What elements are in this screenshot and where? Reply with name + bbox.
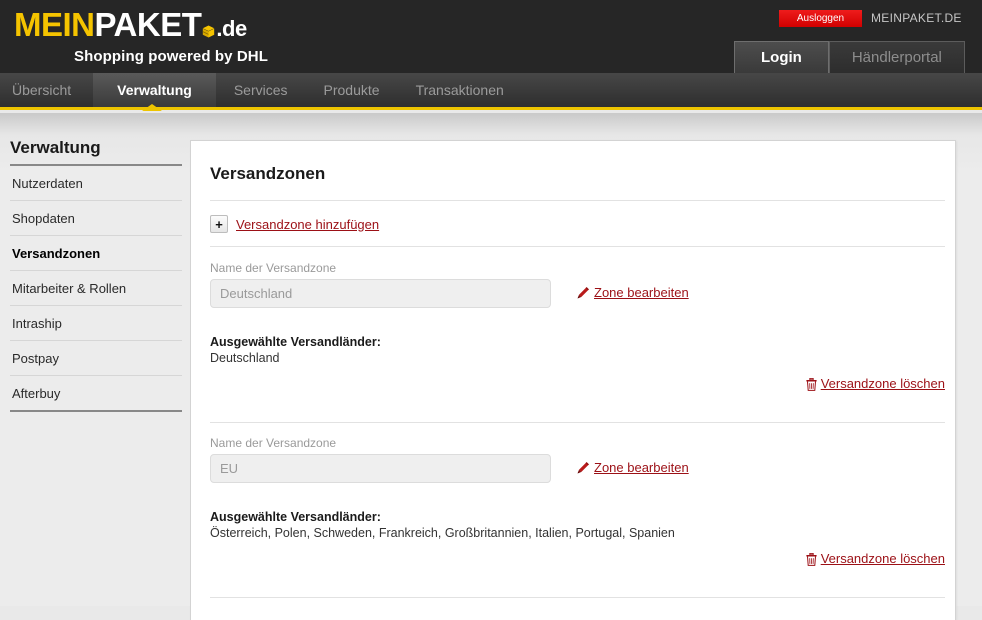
zone-block-2: Name der Versandzone Zone bearbeiten Aus… [210, 436, 945, 540]
trash-icon [806, 378, 817, 396]
divider-add-row [210, 246, 945, 247]
sidebar-item-afterbuy[interactable]: Afterbuy [10, 376, 182, 412]
pencil-icon [576, 286, 590, 305]
delete-zone-link-label-1: Versandzone löschen [821, 376, 945, 391]
sidebar: Verwaltung Nutzerdaten Shopdaten Versand… [10, 138, 182, 412]
add-zone-row: + Versandzone hinzufügen [210, 215, 379, 235]
logout-button[interactable]: Ausloggen [779, 10, 862, 27]
delete-zone-link-2[interactable]: Versandzone löschen [806, 550, 945, 571]
sidebar-item-postpay[interactable]: Postpay [10, 341, 182, 376]
edit-zone-link-2[interactable]: Zone bearbeiten [576, 459, 689, 480]
logo-paket-text: PAKET [95, 6, 202, 43]
page-title: Versandzonen [210, 164, 325, 184]
logo-mein-text: MEIN [14, 6, 95, 43]
logo-de-text: .de [216, 16, 246, 41]
zone-name-row-1: Zone bearbeiten [210, 279, 945, 309]
logo-tagline: Shopping powered by DHL [14, 48, 284, 65]
edit-zone-link-1[interactable]: Zone bearbeiten [576, 284, 689, 305]
delete-zone-link-1[interactable]: Versandzone löschen [806, 375, 945, 396]
tab-haendlerportal[interactable]: Händlerportal [829, 41, 965, 73]
delete-zone-link-label-2: Versandzone löschen [821, 551, 945, 566]
edit-zone-link-label-2: Zone bearbeiten [594, 460, 689, 475]
zone-block-1: Name der Versandzone Zone bearbeiten Aus… [210, 261, 945, 365]
add-zone-plus-icon[interactable]: + [210, 215, 228, 233]
nav-item-transaktionen[interactable]: Transaktionen [398, 73, 522, 107]
nav-item-uebersicht[interactable]: Übersicht [0, 73, 93, 107]
edit-zone-link-label-1: Zone bearbeiten [594, 285, 689, 300]
header-tabs: LoginHändlerportal [734, 41, 965, 73]
sidebar-item-intraship[interactable]: Intraship [10, 306, 182, 341]
portal-name-label: MEINPAKET.DE [871, 11, 962, 25]
countries-heading-1: Ausgewählte Versandländer: [210, 335, 945, 349]
site-logo[interactable]: MEINPAKET .de Shopping powered by DHL [14, 6, 284, 66]
divider-zone-2 [210, 597, 945, 598]
nav-item-services[interactable]: Services [216, 73, 306, 107]
sidebar-item-nutzerdaten[interactable]: Nutzerdaten [10, 166, 182, 201]
countries-list-1: Deutschland [210, 351, 945, 365]
sidebar-item-mitarbeiter-rollen[interactable]: Mitarbeiter & Rollen [10, 271, 182, 306]
divider-title [210, 200, 945, 201]
zone-name-input-1[interactable] [210, 279, 551, 308]
logo-wordmark: MEINPAKET .de [14, 6, 284, 48]
trash-icon [806, 553, 817, 571]
add-zone-link[interactable]: Versandzone hinzufügen [236, 217, 379, 232]
sidebar-item-versandzonen[interactable]: Versandzonen [10, 236, 182, 271]
package-box-icon [202, 25, 215, 38]
nav-item-verwaltung[interactable]: Verwaltung [93, 73, 216, 107]
zone-name-input-2[interactable] [210, 454, 551, 483]
tab-login[interactable]: Login [734, 41, 829, 73]
countries-heading-2: Ausgewählte Versandländer: [210, 510, 945, 524]
countries-list-2: Österreich, Polen, Schweden, Frankreich,… [210, 526, 945, 540]
zone-name-label-2: Name der Versandzone [210, 436, 945, 450]
nav-item-produkte[interactable]: Produkte [306, 73, 398, 107]
nav-active-indicator-icon [142, 104, 162, 111]
sidebar-item-shopdaten[interactable]: Shopdaten [10, 201, 182, 236]
zone-name-label-1: Name der Versandzone [210, 261, 945, 275]
zone-name-row-2: Zone bearbeiten [210, 454, 945, 484]
divider-zone-1 [210, 422, 945, 423]
site-header: MEINPAKET .de Shopping powered by DHL Aus… [0, 0, 982, 73]
content-panel: Versandzonen + Versandzone hinzufügen Nam… [190, 140, 956, 620]
pencil-icon [576, 461, 590, 480]
sidebar-title: Verwaltung [10, 138, 182, 166]
